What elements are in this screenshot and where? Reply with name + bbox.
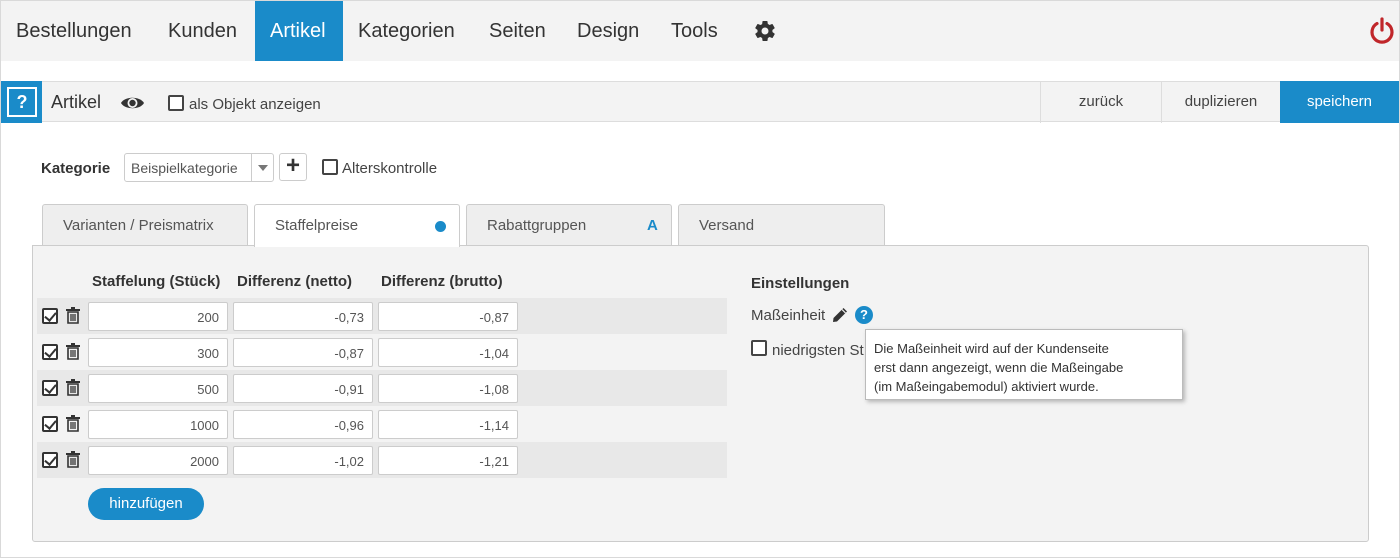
column-header-net: Differenz (netto) [237,273,352,290]
help-button[interactable]: ? [1,81,42,123]
power-icon[interactable] [1369,17,1395,45]
category-select-value: Beispielkategorie [131,160,238,176]
net-difference-input[interactable]: -0,87 [233,338,373,367]
quantity-input[interactable]: 200 [88,302,228,331]
net-difference-input[interactable]: -0,73 [233,302,373,331]
help-icon: ? [7,87,37,117]
tooltip-line: Die Maßeinheit wird auf der Kundenseite [874,341,1109,356]
status-dot-icon [435,221,446,232]
tab-label: Rabattgruppen [487,217,587,234]
net-difference-input[interactable]: -0,91 [233,374,373,403]
tab-badge: A [647,217,658,234]
settings-title: Einstellungen [751,275,850,292]
category-label: Kategorie [41,160,111,177]
lowest-price-checkbox[interactable] [751,340,767,356]
gross-difference-input[interactable]: -1,08 [378,374,518,403]
back-button[interactable]: zurück [1040,81,1161,123]
lowest-price-label: niedrigsten St [772,342,864,359]
add-row-button[interactable]: hinzufügen [88,488,204,520]
trash-icon[interactable] [66,307,80,324]
nav-item-kunden[interactable]: Kunden [153,1,252,61]
row-checkbox[interactable] [42,344,58,360]
pencil-icon[interactable] [832,307,848,323]
age-check-checkbox[interactable] [322,159,338,175]
nav-item-design[interactable]: Design [562,1,654,61]
trash-icon[interactable] [66,415,80,432]
tab-label: Varianten / Preismatrix [63,217,214,234]
nav-item-bestellungen[interactable]: Bestellungen [1,1,147,61]
nav-item-seiten[interactable]: Seiten [474,1,561,61]
nav-item-kategorien[interactable]: Kategorien [343,1,470,61]
quantity-input[interactable]: 1000 [88,410,228,439]
tooltip-line: (im Maßeingabemodul) aktiviert wurde. [874,379,1099,394]
tab-label: Versand [699,217,755,234]
tooltip-line: erst dann angezeigt, wenn die Maßeingabe [874,360,1124,375]
net-difference-input[interactable]: -0,96 [233,410,373,439]
help-circle-icon[interactable]: ? [855,306,873,324]
unit-label: Maßeinheit [751,307,826,324]
quantity-input[interactable]: 2000 [88,446,228,475]
category-select[interactable]: Beispielkategorie [124,153,274,182]
tab-versand[interactable]: Versand [678,204,885,246]
tab-label: Staffelpreise [275,217,359,234]
chevron-down-icon [251,154,273,181]
age-check-label: Alterskontrolle [342,160,438,177]
net-difference-input[interactable]: -1,02 [233,446,373,475]
trash-icon[interactable] [66,343,80,360]
article-toolbar: ? Artikel als Objekt anzeigen zurück dup… [1,81,1399,123]
tab-rabattgruppen[interactable]: Rabattgruppen A [466,204,672,246]
page-title: Artikel [51,92,102,112]
gross-difference-input[interactable]: -1,04 [378,338,518,367]
trash-icon[interactable] [66,379,80,396]
gross-difference-input[interactable]: -1,14 [378,410,518,439]
nav-item-tools[interactable]: Tools [656,1,733,61]
gear-icon[interactable] [753,19,777,43]
row-checkbox[interactable] [42,416,58,432]
add-category-button[interactable]: + [279,153,307,181]
trash-icon[interactable] [66,451,80,468]
quantity-input[interactable]: 300 [88,338,228,367]
gross-difference-input[interactable]: -1,21 [378,446,518,475]
object-view-checkbox[interactable] [168,95,184,111]
nav-item-artikel[interactable]: Artikel [255,1,343,61]
save-button[interactable]: speichern [1280,81,1399,123]
row-checkbox[interactable] [42,380,58,396]
eye-icon[interactable] [120,95,145,111]
object-view-label: als Objekt anzeigen [189,96,321,113]
column-header-quantity: Staffelung (Stück) [92,273,221,290]
gross-difference-input[interactable]: -0,87 [378,302,518,331]
duplicate-button[interactable]: duplizieren [1161,81,1280,123]
tab-varianten[interactable]: Varianten / Preismatrix [42,204,248,246]
unit-tooltip: Die Maßeinheit wird auf der Kundenseite … [865,329,1183,400]
row-checkbox[interactable] [42,452,58,468]
row-checkbox[interactable] [42,308,58,324]
column-header-gross: Differenz (brutto) [381,273,503,290]
tab-staffelpreise[interactable]: Staffelpreise [254,204,460,247]
quantity-input[interactable]: 500 [88,374,228,403]
top-navigation: Bestellungen Kunden Artikel Kategorien S… [1,1,1399,61]
